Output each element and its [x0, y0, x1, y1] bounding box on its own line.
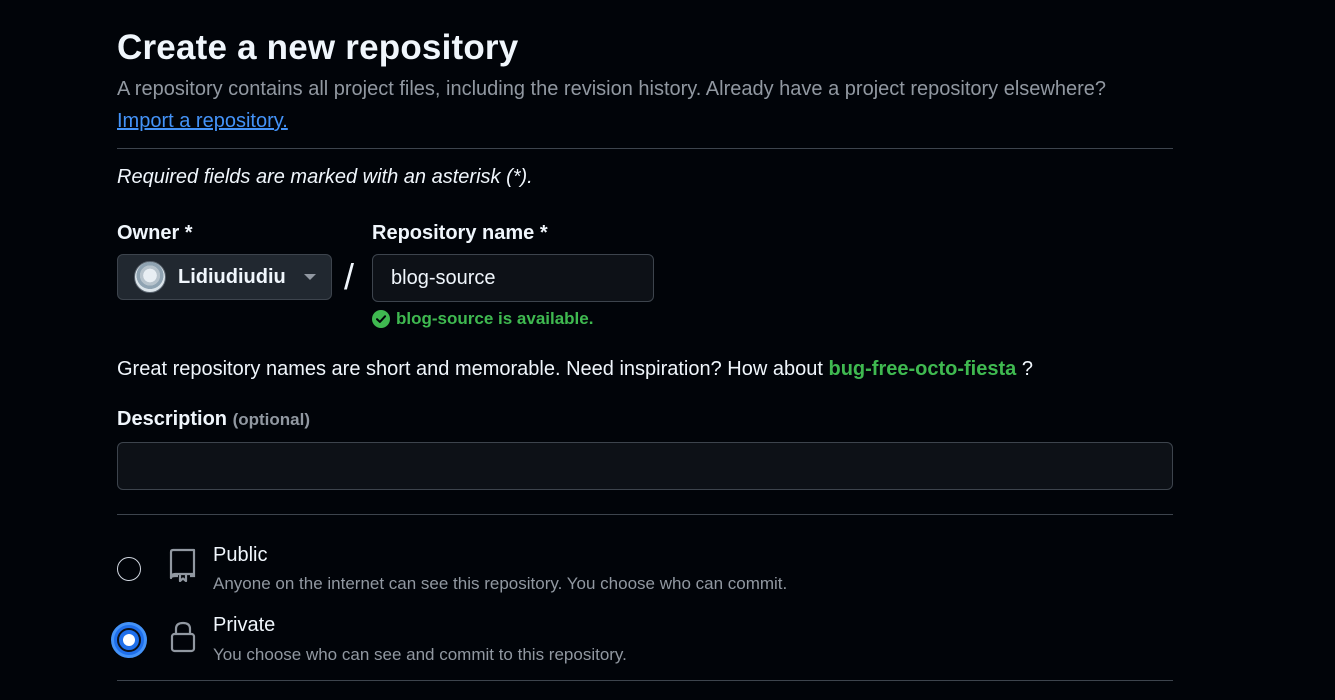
- lock-icon: [170, 621, 196, 653]
- owner-dropdown[interactable]: Lidiudiudiu: [117, 254, 332, 300]
- repo-icon: [169, 548, 196, 582]
- availability-message: blog-source is available.: [372, 309, 593, 329]
- repository-name-label: Repository name *: [372, 222, 548, 244]
- private-description: You choose who can see and commit to thi…: [213, 645, 627, 664]
- optional-hint: (optional): [232, 410, 311, 429]
- public-description: Anyone on the internet can see this repo…: [213, 574, 788, 593]
- required-fields-note: Required fields are marked with an aster…: [117, 166, 533, 188]
- divider: [117, 148, 1173, 149]
- public-title: Public: [213, 544, 268, 566]
- import-repository-link[interactable]: Import a repository.: [117, 110, 288, 133]
- name-suggestion: Great repository names are short and mem…: [117, 358, 1033, 381]
- page-title: Create a new repository: [117, 28, 519, 67]
- suggested-name-link[interactable]: bug-free-octo-fiesta: [828, 358, 1016, 380]
- page-subtitle: A repository contains all project files,…: [117, 78, 1107, 100]
- availability-text: blog-source is available.: [396, 309, 594, 328]
- owner-avatar: [134, 261, 166, 293]
- check-circle-icon: [372, 310, 390, 328]
- description-label: Description (optional): [117, 408, 310, 431]
- divider: [117, 514, 1173, 515]
- owner-repo-separator: /: [344, 256, 355, 297]
- description-input[interactable]: [117, 442, 1173, 490]
- description-label-text: Description: [117, 408, 228, 430]
- owner-label: Owner *: [117, 222, 193, 244]
- divider: [117, 680, 1173, 681]
- repository-name-input[interactable]: [372, 254, 654, 302]
- public-radio[interactable]: [117, 557, 141, 581]
- chevron-down-icon: [303, 274, 316, 280]
- suggestion-suffix: ?: [1021, 358, 1033, 380]
- private-title: Private: [213, 614, 276, 636]
- visibility-option-private[interactable]: Private You choose who can see and commi…: [111, 610, 1173, 670]
- suggestion-prefix: Great repository names are short and mem…: [117, 358, 823, 380]
- owner-name: Lidiudiudiu: [178, 265, 286, 288]
- visibility-option-public[interactable]: Public Anyone on the internet can see th…: [117, 540, 1173, 600]
- private-radio[interactable]: [111, 622, 147, 658]
